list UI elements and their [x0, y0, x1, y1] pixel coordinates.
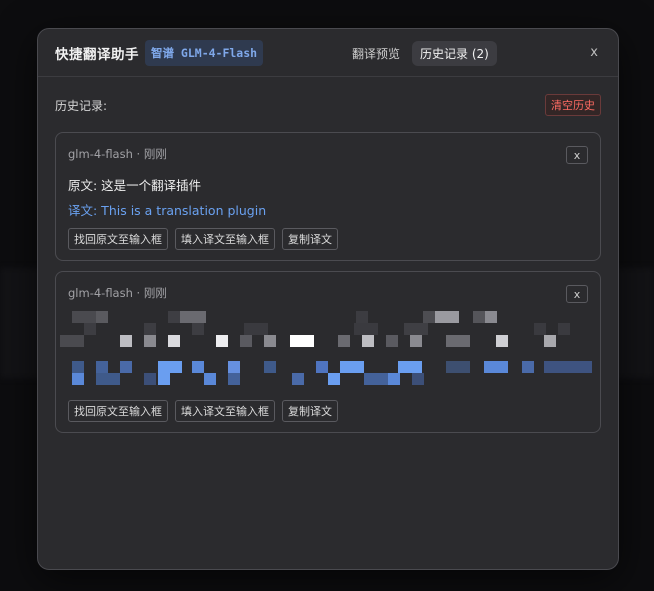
delete-history-item-button[interactable]: x — [566, 146, 588, 164]
tab-bar: 翻译预览 历史记录 (2) — [344, 41, 497, 66]
restore-original-button[interactable]: 找回原文至输入框 — [68, 228, 168, 250]
model-badge: 智谱 GLM-4-Flash — [145, 39, 264, 66]
dialog-body: 历史记录: 清空历史 glm-4-flash · 刚刚 x 原文: 这是一个翻译… — [38, 77, 618, 451]
clear-history-button[interactable]: 清空历史 — [545, 94, 601, 116]
pixelated-content — [60, 309, 592, 391]
close-dialog-button[interactable]: x — [590, 45, 598, 60]
original-text: 原文: 这是一个翻译插件 — [68, 178, 202, 193]
history-card-actions: 找回原文至输入框 填入译文至输入框 复制译文 — [68, 400, 588, 422]
translator-dialog: 快捷翻译助手 智谱 GLM-4-Flash 翻译预览 历史记录 (2) x 历史… — [37, 28, 619, 570]
app-title: 快捷翻译助手 — [55, 46, 139, 63]
delete-history-item-button[interactable]: x — [566, 285, 588, 303]
history-header: 历史记录: 清空历史 — [55, 94, 601, 116]
history-label: 历史记录: — [55, 98, 108, 113]
history-card: glm-4-flash · 刚刚 x 原文: 这是一个翻译插件 译文: This… — [55, 132, 601, 261]
fill-translation-button[interactable]: 填入译文至输入框 — [175, 400, 275, 422]
history-card-actions: 找回原文至输入框 填入译文至输入框 复制译文 — [68, 228, 588, 250]
history-card: glm-4-flash · 刚刚 x 找回原文至输入框 填入译文至输入框 复制译… — [55, 271, 601, 433]
restore-original-button[interactable]: 找回原文至输入框 — [68, 400, 168, 422]
fill-translation-button[interactable]: 填入译文至输入框 — [175, 228, 275, 250]
dialog-header: 快捷翻译助手 智谱 GLM-4-Flash 翻译预览 历史记录 (2) x — [38, 29, 618, 77]
history-card-meta: glm-4-flash · 刚刚 — [68, 286, 167, 300]
translated-text: 译文: This is a translation plugin — [68, 203, 267, 218]
history-card-meta: glm-4-flash · 刚刚 — [68, 147, 167, 161]
tab-translation-preview[interactable]: 翻译预览 — [344, 41, 408, 66]
copy-translation-button[interactable]: 复制译文 — [282, 228, 338, 250]
tab-history[interactable]: 历史记录 (2) — [412, 41, 497, 66]
copy-translation-button[interactable]: 复制译文 — [282, 400, 338, 422]
